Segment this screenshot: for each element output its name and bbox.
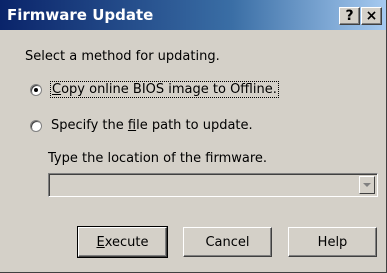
firmware-update-dialog: Firmware Update ? × Select a method for … — [0, 0, 387, 273]
label-part: opy online BIOS image to Offline. — [61, 82, 277, 97]
accelerator-key: E — [96, 234, 105, 250]
accelerator-key: C — [52, 82, 62, 97]
execute-button[interactable]: Execute — [77, 226, 168, 258]
radio-copy-online-bios[interactable]: Copy online BIOS image to Offline. — [30, 81, 279, 98]
help-button[interactable]: ? — [339, 7, 360, 25]
close-icon: × — [365, 8, 378, 24]
triangle-down-icon — [363, 182, 371, 187]
firmware-location-label: Type the location of the firmware. — [48, 151, 268, 166]
cancel-button[interactable]: Cancel — [183, 227, 272, 257]
label-part: Specify the — [51, 118, 128, 133]
execute-label: Execute — [97, 235, 149, 250]
radio-button-unselected[interactable] — [30, 119, 42, 132]
accelerator-key: f — [127, 118, 137, 133]
radio-specify-file-path-label[interactable]: Specify the file path to update. — [51, 118, 253, 133]
label-part: xecute — [104, 234, 149, 250]
dropdown-button[interactable] — [359, 176, 375, 194]
cancel-label: Cancel — [205, 234, 250, 250]
method-prompt: Select a method for updating. — [25, 49, 220, 64]
label-part: ile path to update. — [136, 118, 253, 133]
window-title: Firmware Update — [7, 6, 154, 24]
title-bar[interactable]: Firmware Update ? × — [0, 0, 386, 30]
radio-copy-online-bios-label[interactable]: Copy online BIOS image to Offline. — [50, 81, 279, 98]
radio-dot-icon — [34, 87, 38, 92]
question-icon: ? — [345, 8, 354, 24]
radio-specify-file-path[interactable]: Specify the file path to update. — [30, 118, 253, 133]
help-label: Help — [317, 234, 348, 250]
close-button[interactable]: × — [361, 7, 382, 25]
radio-button-selected[interactable] — [30, 83, 42, 96]
firmware-location-combobox[interactable] — [48, 173, 378, 197]
help-dialog-button[interactable]: Help — [288, 227, 377, 257]
